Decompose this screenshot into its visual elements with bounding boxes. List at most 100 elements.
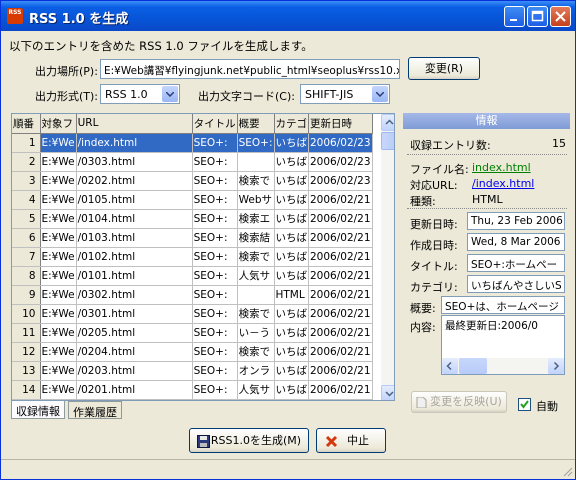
cell-row-number[interactable]: 13 [12, 361, 41, 381]
cell-summary[interactable]: 検索で [237, 171, 275, 191]
cell-title[interactable]: SEO+: [192, 285, 238, 305]
cell-title[interactable]: SEO+: [192, 171, 238, 191]
cell-url[interactable]: /0203.html [76, 361, 193, 381]
cell-title[interactable]: SEO+: [192, 304, 238, 324]
cell-title[interactable]: SEO+: [192, 380, 238, 400]
table-row[interactable]: 14 E:¥We/0201.html SEO+: 人気サ いちば 2006/02/21 [12, 380, 373, 400]
cell-target-file[interactable]: E:¥We [40, 380, 77, 400]
cell-updated[interactable]: 2006/02/23 [308, 171, 373, 191]
entry-table[interactable]: 順番 対象フ URL タイトル 概要 カテゴ 更新日時 1 E:¥We/index… [11, 113, 395, 401]
cell-category[interactable]: いちば [274, 380, 309, 400]
table-row[interactable]: 11 E:¥We/0205.html SEO+: い－う いちば 2006/02/21 [12, 323, 373, 343]
scroll-right-button[interactable] [548, 358, 564, 374]
content-horizontal-scrollbar[interactable] [442, 358, 564, 374]
cell-target-file[interactable]: E:¥We [40, 285, 77, 305]
chevron-down-icon[interactable] [162, 86, 178, 102]
cell-target-file[interactable]: E:¥We [40, 209, 77, 229]
cell-title[interactable]: SEO+: [192, 342, 238, 362]
close-button[interactable] [550, 6, 571, 27]
cell-target-file[interactable]: E:¥We [40, 266, 77, 286]
cancel-button[interactable]: 中止 [316, 428, 386, 453]
cell-summary[interactable]: SEO+: [237, 133, 275, 153]
cell-row-number[interactable]: 12 [12, 342, 41, 362]
cell-url[interactable]: /index.html [76, 133, 193, 153]
resize-grip-icon[interactable] [561, 465, 573, 477]
cell-target-file[interactable]: E:¥We [40, 228, 77, 248]
category-field[interactable]: いちばんやさしいS [467, 275, 565, 293]
table-row[interactable]: 6 E:¥We/0103.html SEO+: 検索結 いちば 2006/02/21 [12, 228, 373, 248]
cell-target-file[interactable]: E:¥We [40, 304, 77, 324]
table-row[interactable]: 4 E:¥We/0105.html SEO+: Webサ いちば 2006/02/21 [12, 190, 373, 210]
cell-updated[interactable]: 2006/02/21 [308, 285, 373, 305]
generate-rss-button[interactable]: RSS1.0を生成(M) [189, 428, 309, 453]
change-location-button[interactable]: 変更(R) [408, 57, 480, 80]
cell-url[interactable]: /0303.html [76, 152, 193, 172]
content-textarea[interactable]: 最終更新日:2006/0 [441, 315, 565, 375]
cell-url[interactable]: /0104.html [76, 209, 193, 229]
cell-target-file[interactable]: E:¥We [40, 171, 77, 191]
scroll-up-button[interactable] [381, 114, 394, 131]
cell-title[interactable]: SEO+: [192, 209, 238, 229]
cell-updated[interactable]: 2006/02/21 [308, 209, 373, 229]
table-row[interactable]: 2 E:¥We/0303.html SEO+: いちば 2006/02/23 [12, 152, 373, 172]
cell-category[interactable]: いちば [274, 190, 309, 210]
cell-row-number[interactable]: 3 [12, 171, 41, 191]
column-header-order[interactable]: 順番 [12, 114, 41, 134]
cell-row-number[interactable]: 4 [12, 190, 41, 210]
cell-summary[interactable]: オンラ [237, 361, 275, 381]
cell-summary[interactable]: Webサ [237, 190, 275, 210]
url-link[interactable]: /index.html [472, 177, 534, 190]
cell-url[interactable]: /0301.html [76, 304, 193, 324]
table-row[interactable]: 7 E:¥We/0102.html SEO+: 検索で いちば 2006/02/21 [12, 247, 373, 267]
cell-url[interactable]: /0102.html [76, 247, 193, 267]
column-header-title[interactable]: タイトル [192, 114, 238, 134]
cell-row-number[interactable]: 7 [12, 247, 41, 267]
file-name-link[interactable]: index.html [472, 161, 531, 174]
cell-url[interactable]: /0204.html [76, 342, 193, 362]
cell-updated[interactable]: 2006/02/21 [308, 228, 373, 248]
cell-target-file[interactable]: E:¥We [40, 152, 77, 172]
cell-url[interactable]: /0302.html [76, 285, 193, 305]
scroll-left-button[interactable] [442, 358, 458, 374]
cell-title[interactable]: SEO+: [192, 152, 238, 172]
minimize-button[interactable] [504, 6, 525, 27]
table-row[interactable]: 3 E:¥We/0202.html SEO+: 検索で いちば 2006/02/23 [12, 171, 373, 191]
cell-updated[interactable]: 2006/02/21 [308, 380, 373, 400]
output-charset-select[interactable]: SHIFT-JIS [300, 84, 390, 104]
cell-title[interactable]: SEO+: [192, 247, 238, 267]
cell-summary[interactable]: 検索結 [237, 228, 275, 248]
cell-updated[interactable]: 2006/02/23 [308, 152, 373, 172]
cell-row-number[interactable]: 8 [12, 266, 41, 286]
cell-title[interactable]: SEO+: [192, 228, 238, 248]
cell-title[interactable]: SEO+: [192, 133, 238, 153]
cell-target-file[interactable]: E:¥We [40, 190, 77, 210]
cell-target-file[interactable]: E:¥We [40, 323, 77, 343]
table-row[interactable]: 8 E:¥We/0101.html SEO+: 人気サ いちば 2006/02/21 [12, 266, 373, 286]
table-vertical-scrollbar[interactable] [381, 114, 394, 400]
chevron-down-icon[interactable] [372, 86, 388, 102]
column-header-summary[interactable]: 概要 [237, 114, 275, 134]
table-row[interactable]: 5 E:¥We/0104.html SEO+: 検索エ いちば 2006/02/21 [12, 209, 373, 229]
column-header-url[interactable]: URL [76, 114, 193, 134]
cell-title[interactable]: SEO+: [192, 323, 238, 343]
cell-title[interactable]: SEO+: [192, 190, 238, 210]
cell-row-number[interactable]: 10 [12, 304, 41, 324]
cell-row-number[interactable]: 9 [12, 285, 41, 305]
cell-summary[interactable]: 検索エ [237, 209, 275, 229]
auto-checkbox[interactable] [518, 398, 531, 411]
title-field[interactable]: SEO+:ホームペー [467, 254, 565, 272]
scroll-down-button[interactable] [381, 385, 394, 400]
cell-summary[interactable]: 検索で [237, 247, 275, 267]
created-field[interactable]: Wed, 8 Mar 2006 1 [467, 233, 565, 251]
cell-target-file[interactable]: E:¥We [40, 361, 77, 381]
cell-url[interactable]: /0105.html [76, 190, 193, 210]
cell-updated[interactable]: 2006/02/21 [308, 190, 373, 210]
output-format-select[interactable]: RSS 1.0 [100, 84, 180, 104]
cell-row-number[interactable]: 11 [12, 323, 41, 343]
table-row[interactable]: 10 E:¥We/0301.html SEO+: 検索で いちば 2006/02/21 [12, 304, 373, 324]
cell-summary[interactable]: 検索で [237, 304, 275, 324]
cell-summary[interactable]: 検索で [237, 342, 275, 362]
cell-summary[interactable] [237, 285, 275, 305]
cell-category[interactable]: いちば [274, 171, 309, 191]
cell-url[interactable]: /0205.html [76, 323, 193, 343]
